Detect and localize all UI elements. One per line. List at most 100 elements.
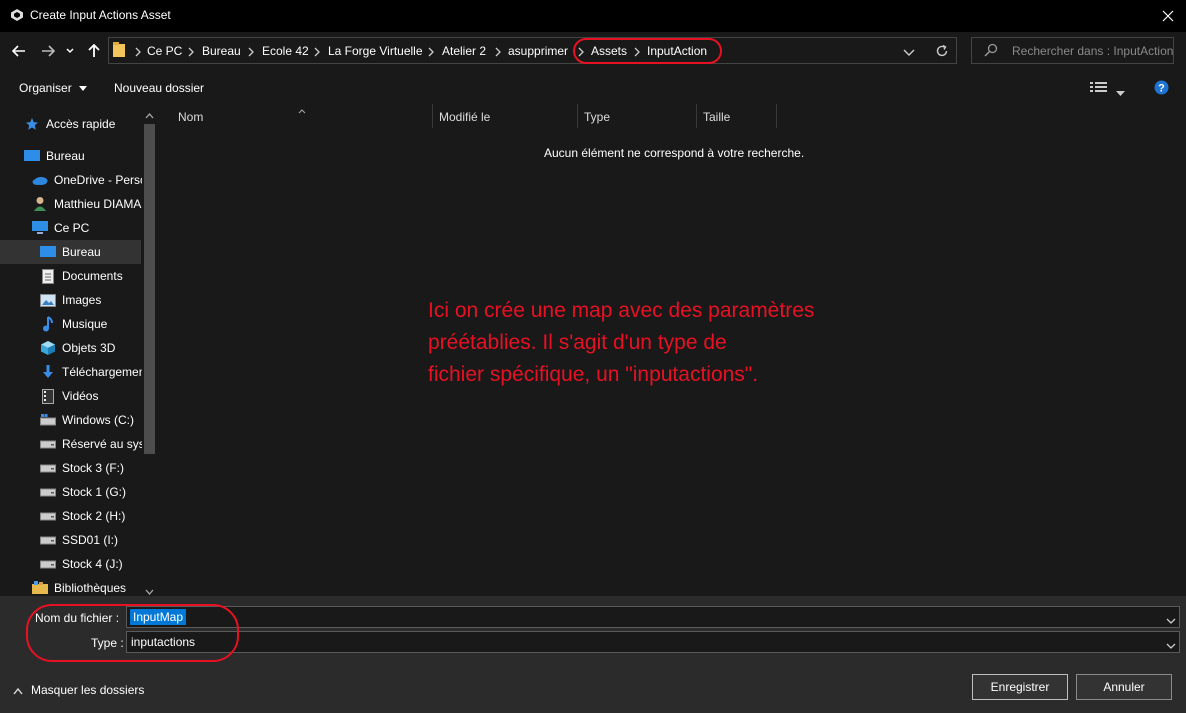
sidebar-item-label: Images bbox=[62, 293, 102, 307]
sidebar-item-label: Stock 2 (H:) bbox=[62, 509, 126, 523]
sidebar-item-drive-reserved[interactable]: Réservé au système bbox=[40, 432, 158, 456]
chevron-right-icon bbox=[246, 46, 256, 57]
column-divider[interactable] bbox=[432, 104, 433, 128]
sidebar-item-drive-h[interactable]: Stock 2 (H:) bbox=[40, 504, 158, 528]
windows-drive-icon bbox=[40, 412, 56, 428]
sidebar-item-drive-g[interactable]: Stock 1 (G:) bbox=[40, 480, 158, 504]
sidebar-item-label: SSD01 (I:) bbox=[62, 533, 119, 547]
breadcrumb-item[interactable]: Atelier 2 bbox=[442, 44, 486, 58]
scroll-up-button[interactable] bbox=[145, 108, 154, 119]
help-button[interactable]: ? bbox=[1154, 80, 1169, 95]
sidebar-item-music[interactable]: Musique bbox=[40, 312, 158, 336]
sidebar-item-label: Téléchargements bbox=[62, 365, 155, 379]
new-folder-button[interactable]: Nouveau dossier bbox=[114, 81, 204, 95]
navigation-pane[interactable]: Accès rapide Bureau OneDrive - Perso Mat… bbox=[0, 104, 158, 596]
view-options-button[interactable] bbox=[1090, 81, 1108, 93]
sidebar-scroll-thumb[interactable] bbox=[144, 124, 155, 454]
column-header-name[interactable]: Nom bbox=[178, 110, 203, 128]
hide-folders-button[interactable]: Masquer les dossiers bbox=[31, 683, 144, 697]
breadcrumb-item[interactable]: La Forge Virtuelle bbox=[328, 44, 423, 58]
arrow-left-icon bbox=[12, 45, 25, 57]
sidebar-item-libraries[interactable]: Bibliothèques bbox=[32, 576, 158, 596]
close-button[interactable] bbox=[1150, 0, 1186, 32]
cancel-button[interactable]: Annuler bbox=[1076, 674, 1172, 700]
column-header-type[interactable]: Type bbox=[584, 110, 610, 128]
filename-field[interactable]: InputMap bbox=[126, 606, 1180, 628]
drive-icon bbox=[40, 532, 56, 548]
sidebar-item-label: Accès rapide bbox=[46, 117, 116, 131]
sidebar-item-downloads[interactable]: Téléchargements bbox=[40, 360, 158, 384]
filetype-select[interactable]: inputactions bbox=[126, 631, 1180, 653]
sidebar-item-drive-j[interactable]: Stock 4 (J:) bbox=[40, 552, 158, 576]
annotation-line: préétablies. Il s'agit d'un type de bbox=[428, 331, 727, 354]
organise-label: Organiser bbox=[19, 81, 72, 95]
sidebar-item-user[interactable]: Matthieu DIAMA bbox=[32, 192, 158, 216]
column-header-modified[interactable]: Modifié le bbox=[439, 110, 490, 128]
search-placeholder: Rechercher dans : InputAction bbox=[1012, 44, 1174, 58]
music-icon bbox=[40, 316, 56, 332]
caret-down-icon bbox=[79, 86, 88, 92]
column-divider[interactable] bbox=[776, 104, 777, 128]
star-icon bbox=[24, 116, 40, 132]
drive-icon bbox=[40, 436, 56, 452]
sidebar-item-documents[interactable]: Documents bbox=[40, 264, 158, 288]
desktop-icon bbox=[40, 244, 56, 260]
user-icon bbox=[32, 196, 48, 212]
view-dropdown-button[interactable] bbox=[1116, 85, 1126, 96]
breadcrumb-item[interactable]: Bureau bbox=[202, 44, 241, 58]
svg-text:?: ? bbox=[1158, 83, 1165, 95]
desktop-icon bbox=[24, 148, 40, 164]
drive-icon bbox=[40, 508, 56, 524]
sidebar-item-desktop-selected[interactable]: Bureau bbox=[0, 240, 141, 264]
chevron-down-icon bbox=[66, 48, 74, 54]
organise-menu[interactable]: Organiser bbox=[19, 81, 88, 95]
sidebar-item-label: Matthieu DIAMA bbox=[54, 197, 142, 211]
cloud-icon bbox=[32, 172, 48, 188]
sidebar-item-label: Ce PC bbox=[54, 221, 90, 235]
drive-icon bbox=[40, 484, 56, 500]
chevron-down-icon bbox=[1166, 618, 1176, 624]
filetype-dropdown-button[interactable] bbox=[1166, 639, 1176, 649]
sidebar-item-quick-access[interactable]: Accès rapide bbox=[24, 112, 158, 136]
download-icon bbox=[40, 364, 56, 380]
sidebar-item-drive-i[interactable]: SSD01 (I:) bbox=[40, 528, 158, 552]
breadcrumb-item[interactable]: asupprimer bbox=[508, 44, 568, 58]
caret-down-icon bbox=[1116, 91, 1125, 96]
column-divider[interactable] bbox=[696, 104, 697, 128]
up-button[interactable] bbox=[83, 40, 105, 62]
sidebar-item-label: Stock 3 (F:) bbox=[62, 461, 125, 475]
sidebar-item-label: Stock 1 (G:) bbox=[62, 485, 127, 499]
scroll-down-button[interactable] bbox=[145, 584, 154, 595]
search-icon bbox=[984, 43, 998, 57]
sidebar-item-label: Bureau bbox=[62, 245, 101, 259]
refresh-button[interactable] bbox=[935, 44, 949, 58]
save-button[interactable]: Enregistrer bbox=[972, 674, 1068, 700]
breadcrumb-item[interactable]: Ecole 42 bbox=[262, 44, 309, 58]
sidebar-item-label: Stock 4 (J:) bbox=[62, 557, 123, 571]
sidebar-item-drive-c[interactable]: Windows (C:) bbox=[40, 408, 158, 432]
sidebar-item-videos[interactable]: Vidéos bbox=[40, 384, 158, 408]
sidebar-item-desktop[interactable]: Bureau bbox=[24, 144, 158, 168]
folder-icon bbox=[113, 42, 125, 58]
back-button[interactable] bbox=[8, 40, 30, 62]
sidebar-item-3d-objects[interactable]: Objets 3D bbox=[40, 336, 158, 360]
chevron-right-icon bbox=[186, 46, 196, 57]
sidebar-item-label: Bibliothèques bbox=[54, 581, 127, 595]
address-history-button[interactable] bbox=[903, 46, 917, 56]
column-divider[interactable] bbox=[577, 104, 578, 128]
breadcrumb-item[interactable]: Ce PC bbox=[147, 44, 182, 58]
recent-locations-button[interactable] bbox=[63, 40, 77, 62]
sidebar-item-label: Documents bbox=[62, 269, 123, 283]
sort-ascending-icon bbox=[298, 103, 306, 114]
filename-history-button[interactable] bbox=[1166, 614, 1176, 624]
details-view-icon bbox=[1090, 82, 1107, 92]
sidebar-item-this-pc[interactable]: Ce PC bbox=[32, 216, 158, 240]
arrow-right-icon bbox=[42, 45, 55, 57]
computer-icon bbox=[32, 220, 48, 236]
sidebar-item-images[interactable]: Images bbox=[40, 288, 158, 312]
forward-button[interactable] bbox=[37, 40, 59, 62]
sidebar-item-label: Windows (C:) bbox=[62, 413, 135, 427]
column-header-size[interactable]: Taille bbox=[703, 110, 730, 128]
sidebar-item-onedrive[interactable]: OneDrive - Perso bbox=[32, 168, 158, 192]
sidebar-item-drive-f[interactable]: Stock 3 (F:) bbox=[40, 456, 158, 480]
